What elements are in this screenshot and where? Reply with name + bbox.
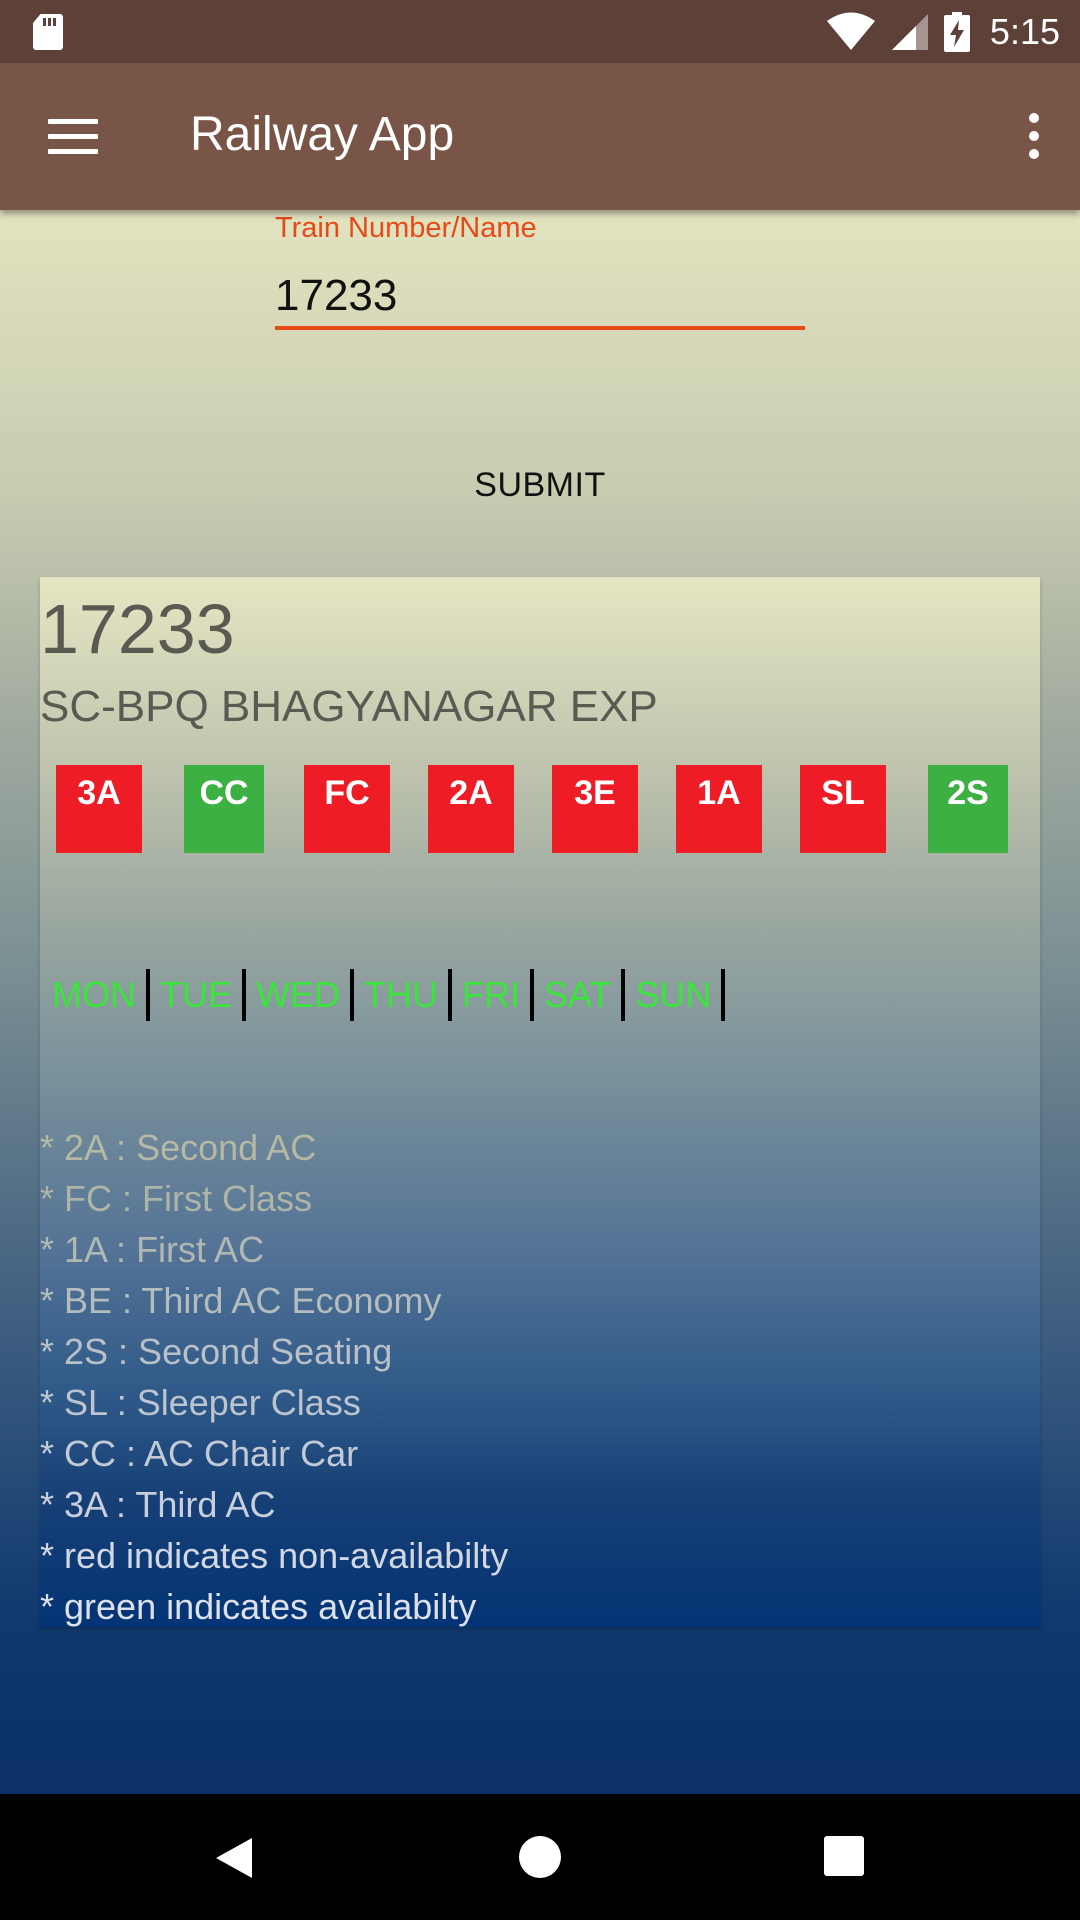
train-name: SC-BPQ BHAGYANAGAR EXP — [40, 682, 658, 731]
wifi-icon — [826, 12, 875, 50]
day-sun: SUN — [635, 974, 712, 1015]
legend-item: * 2A : Second AC — [40, 1127, 317, 1168]
day-mon: MON — [52, 974, 136, 1015]
back-icon[interactable] — [214, 1836, 254, 1880]
class-badge-3e: 3E — [552, 765, 638, 853]
train-number: 17233 — [40, 590, 235, 668]
recents-icon[interactable] — [824, 1836, 864, 1876]
class-badge-1a: 1A — [676, 765, 762, 853]
day-tue: TUE — [160, 974, 232, 1015]
train-field-label: Train Number/Name — [275, 212, 537, 244]
train-result-card: 17233 SC-BPQ BHAGYANAGAR EXP 3A CC FC 2A… — [40, 577, 1040, 1627]
class-badge-3a: 3A — [56, 765, 142, 853]
class-badge-fc: FC — [304, 765, 390, 853]
day-wed: WED — [256, 974, 340, 1015]
system-nav-bar — [0, 1794, 1080, 1920]
class-badge-sl: SL — [800, 765, 886, 853]
menu-icon[interactable] — [48, 119, 98, 155]
status-bar: 5:15 — [0, 0, 1080, 63]
home-icon[interactable] — [519, 1836, 561, 1878]
legend-item: * 3A : Third AC — [40, 1484, 276, 1525]
legend-item: * SL : Sleeper Class — [40, 1382, 361, 1423]
status-icons: 5:15 — [826, 8, 1060, 56]
app-title: Railway App — [190, 108, 455, 161]
class-badge-2s: 2S — [928, 765, 1008, 853]
cell-signal-icon — [891, 14, 928, 50]
class-badge-cc: CC — [184, 765, 264, 853]
legend-item: * FC : First Class — [40, 1178, 313, 1219]
running-days: MON TUE WED THU FRI SAT SUN — [52, 967, 735, 1023]
battery-charging-icon — [943, 12, 970, 52]
legend-item: * green indicates availabilty — [40, 1586, 477, 1627]
legend-item: * CC : AC Chair Car — [40, 1433, 359, 1474]
day-thu: THU — [364, 974, 438, 1015]
status-time: 5:15 — [989, 11, 1060, 52]
day-fri: FRI — [462, 974, 520, 1015]
more-vert-icon[interactable] — [1024, 113, 1044, 163]
main-content: Train Number/Name SUBMIT 17233 SC-BPQ BH… — [0, 210, 1080, 1794]
legend-item: * 1A : First AC — [40, 1229, 265, 1270]
app-bar: Railway App — [0, 63, 1080, 210]
train-number-input[interactable] — [275, 266, 805, 330]
legend-item: * BE : Third AC Economy — [40, 1280, 442, 1321]
day-sat: SAT — [544, 974, 612, 1015]
legend-item: * 2S : Second Seating — [40, 1331, 393, 1372]
class-badge-2a: 2A — [428, 765, 514, 853]
sd-card-icon — [33, 14, 63, 50]
class-legend: * 2A : Second AC * FC : First Class * 1A… — [40, 1122, 508, 1632]
submit-button[interactable]: SUBMIT — [440, 445, 640, 525]
legend-item: * red indicates non-availabilty — [40, 1535, 509, 1576]
